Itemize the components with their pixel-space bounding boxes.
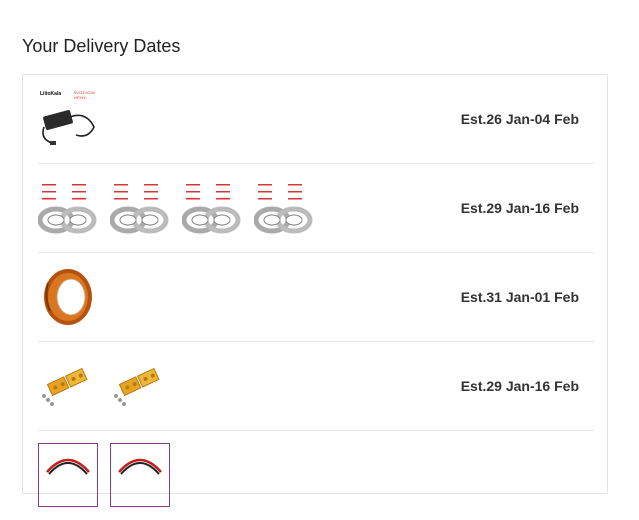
shipment-row: Est.31 Jan-01 Feb [38, 253, 595, 342]
product-image-nickel-strip[interactable] [182, 176, 242, 240]
estimated-delivery-date: Est.29 Jan-16 Feb [460, 378, 579, 394]
product-thumbnails [38, 265, 98, 329]
estimated-delivery-date: Est.29 Jan-16 Feb [460, 200, 579, 216]
product-thumbnails: LiitoKala 5V/12V/24V HP4H/... ... [38, 87, 98, 151]
page-title: Your Delivery Dates [22, 36, 181, 56]
shipment-row: Est.29 Jan-16 Feb [38, 164, 595, 253]
shipment-row: LiitoKala 5V/12V/24V HP4H/... ... Est.26… [38, 75, 595, 164]
delivery-dates-card: LiitoKala 5V/12V/24V HP4H/... ... Est.26… [22, 74, 608, 507]
product-image-nickel-strip[interactable] [254, 176, 314, 240]
svg-text:...: ... [74, 100, 77, 105]
product-image-cable[interactable] [110, 443, 170, 507]
product-image-nickel-strip[interactable] [38, 176, 98, 240]
product-thumbnails [38, 443, 170, 507]
product-thumbnails [38, 354, 170, 418]
estimated-delivery-date: Est.31 Jan-01 Feb [460, 289, 579, 305]
brand-logo-text: LiitoKala [40, 91, 61, 97]
product-image-cable[interactable] [38, 443, 98, 507]
product-image-battery-holder[interactable] [110, 354, 170, 418]
product-thumbnails [38, 176, 314, 240]
estimated-delivery-date: Est.26 Jan-04 Feb [460, 111, 579, 127]
product-image-battery-holder[interactable] [38, 354, 98, 418]
product-image-nickel-strip[interactable] [110, 176, 170, 240]
shipment-row [38, 431, 595, 520]
shipment-row: Est.29 Jan-16 Feb [38, 342, 595, 431]
product-image-power-adapter[interactable]: LiitoKala 5V/12V/24V HP4H/... ... [38, 87, 98, 151]
product-image-kapton-tape[interactable] [38, 265, 98, 329]
